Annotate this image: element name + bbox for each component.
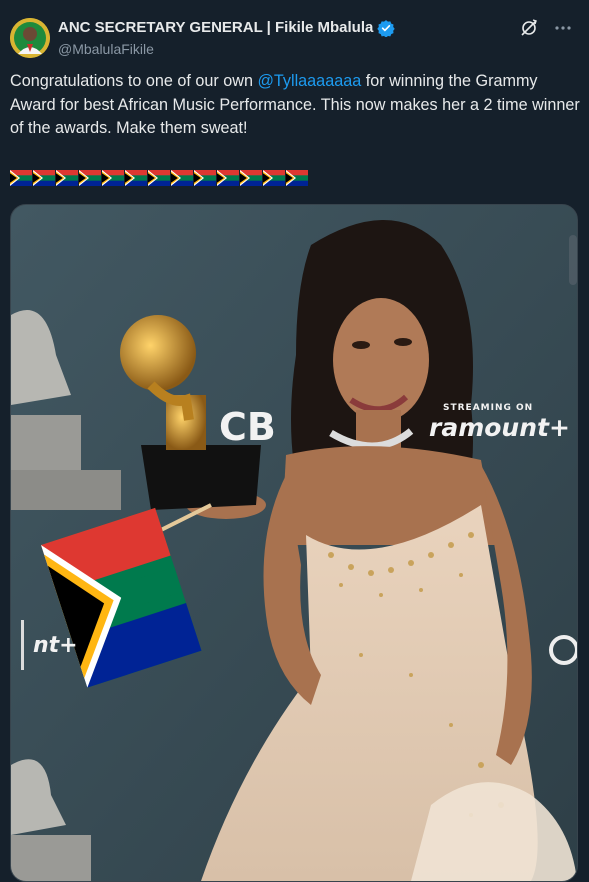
- south-africa-flag-emoji-icon: [10, 170, 32, 186]
- south-africa-flag-emoji-icon: [263, 170, 285, 186]
- grok-icon[interactable]: [519, 18, 539, 38]
- mention-link[interactable]: @Tyllaaaaaaa: [257, 72, 361, 90]
- more-dots-icon[interactable]: [553, 18, 573, 38]
- author-info[interactable]: ANC SECRETARY GENERAL | Fikile Mbalula @…: [58, 18, 396, 58]
- flag-emoji-row: [10, 170, 308, 186]
- south-africa-flag-emoji-icon: [217, 170, 239, 186]
- tweet-text: Congratulations to one of our own @Tylla…: [10, 70, 580, 141]
- south-africa-flag-emoji-icon: [125, 170, 147, 186]
- media-scroll-handle[interactable]: [569, 235, 577, 285]
- tweet-text-before: Congratulations to one of our own: [10, 72, 258, 90]
- south-africa-flag-emoji-icon: [240, 170, 262, 186]
- south-africa-flag-emoji-icon: [33, 170, 55, 186]
- photo-illustration: [11, 205, 577, 881]
- south-africa-flag-emoji-icon: [194, 170, 216, 186]
- backdrop-paramount-text: ramount+: [429, 413, 570, 442]
- backdrop-streaming-text: STREAMING ON: [443, 403, 534, 413]
- south-africa-flag-emoji-icon: [79, 170, 101, 186]
- tweet-media-photo[interactable]: STREAMING ON ramount+ CB nt+: [10, 204, 578, 882]
- south-africa-flag-emoji-icon: [56, 170, 78, 186]
- backdrop-cbs-text: CB: [219, 405, 276, 449]
- backdrop-paramount-partial-text: nt+: [33, 633, 78, 658]
- south-africa-flag-emoji-icon: [286, 170, 308, 186]
- avatar[interactable]: [10, 18, 50, 58]
- south-africa-flag-emoji-icon: [171, 170, 193, 186]
- south-africa-flag-emoji-icon: [148, 170, 170, 186]
- tweet-header: ANC SECRETARY GENERAL | Fikile Mbalula @…: [10, 14, 579, 64]
- south-africa-flag-emoji-icon: [102, 170, 124, 186]
- author-display-name[interactable]: ANC SECRETARY GENERAL | Fikile Mbalula: [58, 18, 373, 38]
- author-handle[interactable]: @MbalulaFikile: [58, 40, 395, 58]
- verified-badge-icon: [377, 19, 396, 38]
